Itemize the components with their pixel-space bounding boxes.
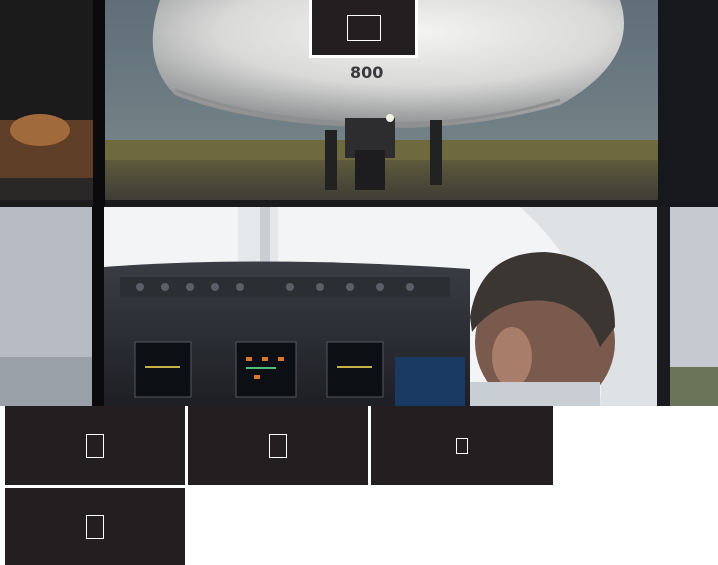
square-outline-icon <box>269 433 287 458</box>
nav-tile-1[interactable] <box>5 406 185 485</box>
nav-tile-3[interactable] <box>371 406 553 485</box>
cockpit-pilot-image <box>0 207 718 406</box>
cockpit-illustration <box>0 207 718 406</box>
square-outline-icon <box>346 14 381 41</box>
nav-tile-2[interactable] <box>188 406 368 485</box>
top-nav-tile[interactable] <box>309 0 418 58</box>
nav-tile-4[interactable] <box>5 488 185 565</box>
square-outline-icon <box>86 514 104 539</box>
square-outline-icon <box>456 437 468 454</box>
svg-text:800: 800 <box>350 63 383 82</box>
square-outline-icon <box>86 433 104 458</box>
